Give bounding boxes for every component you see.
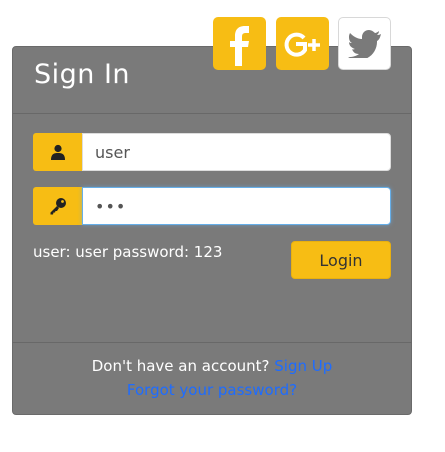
signup-prompt-row: Don't have an account? Sign Up xyxy=(12,357,412,375)
key-icon xyxy=(50,198,66,215)
twitter-icon xyxy=(347,29,381,58)
signup-prompt: Don't have an account? xyxy=(91,357,270,375)
username-group xyxy=(33,133,391,171)
google-plus-button[interactable] xyxy=(276,17,329,70)
username-addon xyxy=(33,133,82,171)
twitter-button[interactable] xyxy=(338,17,391,70)
username-input[interactable] xyxy=(82,133,391,171)
sign-up-link[interactable]: Sign Up xyxy=(274,357,332,375)
footer-divider xyxy=(12,342,412,343)
password-input[interactable] xyxy=(82,187,391,225)
facebook-icon xyxy=(229,25,249,66)
user-icon xyxy=(50,144,65,160)
facebook-button[interactable] xyxy=(213,17,266,70)
forgot-password-link[interactable]: Forgot your password? xyxy=(127,381,297,399)
google-plus-icon xyxy=(284,32,320,57)
credentials-hint: user: user password: 123 xyxy=(33,243,223,261)
password-addon xyxy=(33,187,82,225)
forgot-row: Forgot your password? xyxy=(12,381,412,399)
password-group xyxy=(33,187,391,225)
page-title: Sign In xyxy=(34,59,131,90)
login-button[interactable]: Login xyxy=(291,241,391,279)
